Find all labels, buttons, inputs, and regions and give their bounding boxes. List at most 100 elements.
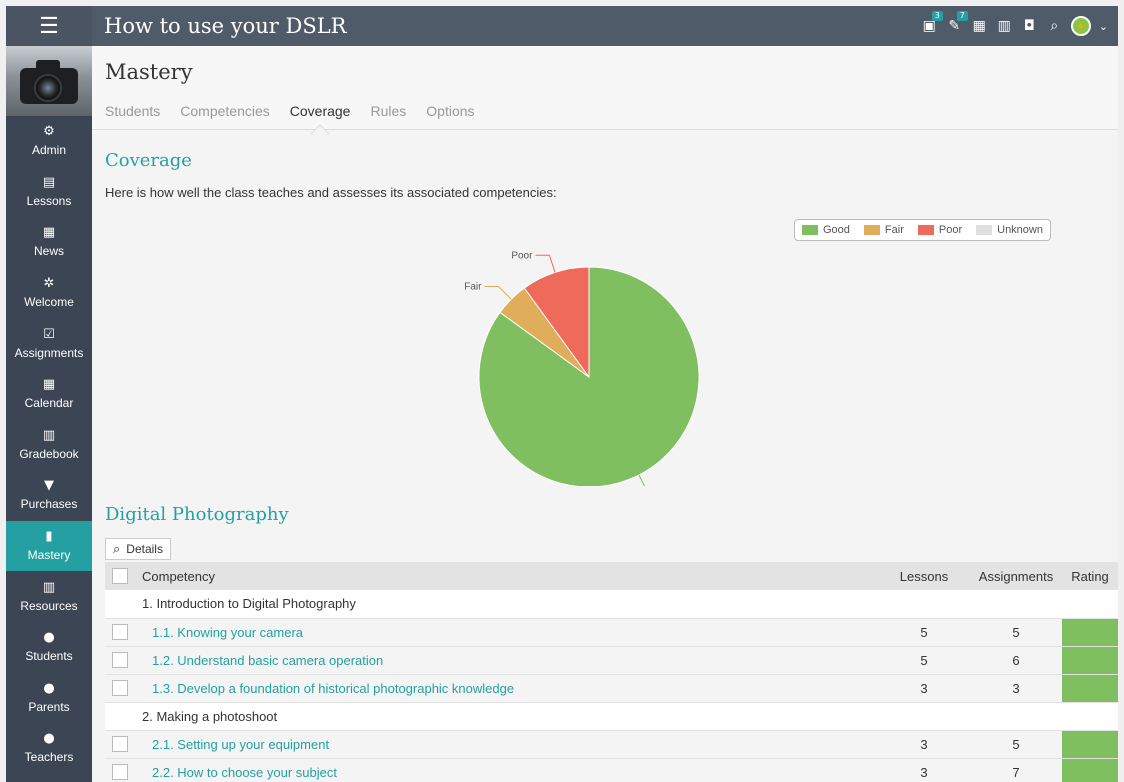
sidebar-item-label: Teachers — [24, 750, 74, 765]
row-checkbox[interactable] — [112, 680, 128, 697]
competency-link[interactable]: 1.3. Develop a foundation of historical … — [142, 681, 514, 696]
search-icon[interactable]: ⌕ — [1046, 18, 1063, 34]
main-content: Mastery Students Competencies Coverage R… — [92, 46, 1118, 782]
sidebar-item-resources[interactable]: ▥ Resources — [6, 571, 92, 622]
legend-label: Poor — [938, 224, 963, 236]
rating-good — [1062, 674, 1118, 702]
lessons-count: 5 — [920, 624, 928, 640]
page-header: Mastery Students Competencies Coverage R… — [92, 46, 1118, 130]
table-row: 1.3. Develop a foundation of historical … — [105, 674, 1118, 702]
group-name: 1. Introduction to Digital Photography — [142, 596, 356, 612]
help-icon[interactable]: ◘ — [1021, 18, 1038, 34]
legend-item-unknown[interactable]: Unknown — [976, 224, 1043, 236]
trash-icon[interactable]: ▥ — [996, 18, 1013, 34]
sidebar-item-students[interactable]: ● Students — [6, 622, 92, 673]
pie-svg: GoodFairPoor — [464, 250, 700, 497]
avatar[interactable]: ● — [1070, 16, 1091, 36]
tab-students[interactable]: Students — [105, 103, 160, 119]
gear-icon: ⚙ — [43, 124, 55, 140]
sidebar-item-purchases[interactable]: ▼ Purchases — [6, 470, 92, 521]
parent-icon: ● — [43, 680, 55, 696]
select-all-checkbox[interactable] — [112, 568, 128, 585]
sidebar-item-label: Welcome — [24, 295, 74, 310]
row-check-cell — [105, 730, 135, 758]
column-header-competency[interactable]: Competency — [135, 562, 878, 590]
lessons-icon: ▤ — [42, 174, 56, 190]
teacher-icon: ● — [43, 731, 55, 747]
select-all-cell — [105, 562, 135, 590]
row-check-cell — [105, 618, 135, 646]
tab-options[interactable]: Options — [426, 103, 474, 119]
assignments-count: 5 — [1012, 736, 1020, 752]
tab-rules[interactable]: Rules — [370, 103, 406, 119]
calendar-icon[interactable]: ▦ — [971, 18, 988, 34]
chart-legend: Good Fair Poor Unknown — [794, 219, 1051, 241]
sidebar-item-mastery[interactable]: ▮ Mastery — [6, 520, 92, 572]
legend-item-poor[interactable]: Poor — [917, 224, 963, 236]
competency-link[interactable]: 2.1. Setting up your equipment — [142, 737, 329, 752]
competency-link[interactable]: 2.2. How to choose your subject — [142, 765, 337, 780]
tab-competencies[interactable]: Competencies — [180, 103, 270, 119]
sidebar-item-calendar[interactable]: ▦ Calendar — [6, 369, 92, 420]
sidebar-item-label: News — [33, 244, 64, 259]
assignments-icon: ☑ — [43, 326, 55, 342]
lessons-count: 3 — [920, 764, 928, 780]
sidebar-item-label: Students — [25, 649, 73, 664]
news-icon: ▦ — [42, 225, 56, 241]
tab-coverage[interactable]: Coverage — [290, 103, 351, 119]
sidebar-item-admin[interactable]: ⚙ Admin — [6, 116, 92, 167]
competency-link[interactable]: 1.2. Understand basic camera operation — [142, 653, 383, 668]
table-header-row: Competency Lessons Assignments Rating — [105, 562, 1118, 590]
chevron-down-icon[interactable]: ⌄ — [1099, 20, 1108, 33]
row-checkbox[interactable] — [112, 764, 128, 781]
sidebar-item-news[interactable]: ▦ News — [6, 217, 92, 268]
legend-item-good[interactable]: Good — [802, 224, 850, 236]
notifications-badge: 7 — [956, 11, 968, 21]
competency-cell: 1.1. Knowing your camera — [135, 618, 878, 646]
sidebar-item-assignments[interactable]: ☑ Assignments — [6, 318, 92, 369]
column-header-lessons[interactable]: Lessons — [878, 562, 970, 590]
sidebar-item-label: Admin — [31, 143, 66, 158]
sidebar-item-teachers[interactable]: ● Teachers — [6, 723, 92, 774]
competency-table-body: 1. Introduction to Digital Photography 1.… — [105, 590, 1118, 782]
legend-label: Unknown — [997, 224, 1043, 236]
legend-item-fair[interactable]: Fair — [863, 224, 904, 236]
competency-link[interactable]: 1.1. Knowing your camera — [142, 625, 303, 640]
details-button[interactable]: ⌕ Details — [105, 538, 171, 560]
notifications-icon[interactable]: ✎ 7 — [946, 11, 968, 34]
rating-good — [1062, 646, 1118, 674]
row-checkbox[interactable] — [112, 736, 128, 753]
row-check-cell — [105, 646, 135, 674]
legend-label: Fair — [884, 224, 904, 236]
competency-table: Competency Lessons Assignments Rating 1.… — [105, 562, 1118, 782]
classes-icon[interactable]: ▣ 3 — [921, 11, 943, 34]
course-title: How to use your DSLR — [104, 14, 347, 38]
lessons-count: 3 — [920, 680, 928, 696]
legend-swatch — [976, 225, 993, 235]
sidebar-item-label: Calendar — [24, 396, 74, 411]
menu-icon[interactable]: ☰ — [6, 6, 92, 46]
table-row: 2.1. Setting up your equipment 3 5 — [105, 730, 1118, 758]
rating-cell — [1062, 758, 1118, 782]
row-checkbox[interactable] — [112, 624, 128, 641]
sidebar-item-gradebook[interactable]: ▥ Gradebook — [6, 420, 92, 471]
rating-cell — [1062, 674, 1118, 702]
pie-leader-fair — [484, 285, 512, 300]
column-header-assignments[interactable]: Assignments — [970, 562, 1062, 590]
row-checkbox[interactable] — [112, 652, 128, 669]
assignments-count: 5 — [1012, 624, 1020, 640]
group-name: 2. Making a photoshoot — [142, 708, 278, 724]
sidebar-item-lessons[interactable]: ▤ Lessons — [6, 167, 92, 218]
column-header-rating[interactable]: Rating — [1062, 562, 1118, 590]
course-thumbnail[interactable] — [6, 46, 92, 116]
lessons-count: 3 — [920, 736, 928, 752]
group-spacer — [105, 702, 135, 730]
sidebar-item-label: Assignments — [14, 345, 84, 360]
rating-cell — [1062, 618, 1118, 646]
rating-cell — [1062, 730, 1118, 758]
sidebar-item-welcome[interactable]: ✲ Welcome — [6, 268, 92, 319]
sidebar-nav: ⚙ Admin ▤ Lessons ▦ News ✲ Welcome ☑ Assignments ▦… — [6, 116, 92, 774]
sidebar-item-parents[interactable]: ● Parents — [6, 673, 92, 724]
sidebar-item-label: Parents — [28, 699, 70, 714]
sidebar-item-label: Lessons — [26, 193, 72, 208]
